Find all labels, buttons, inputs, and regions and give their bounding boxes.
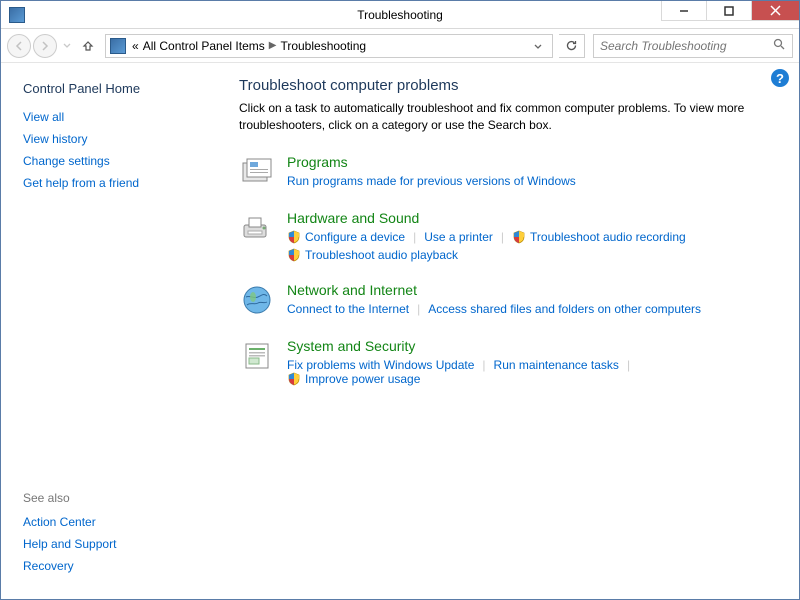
task-separator: | [501, 230, 504, 244]
breadcrumb-parent[interactable]: All Control Panel Items [143, 39, 265, 53]
task-label: Connect to the Internet [287, 302, 409, 316]
sidebar-link-change-settings[interactable]: Change settings [23, 154, 211, 168]
category-system-and-security: System and Security Fix problems with Win… [239, 338, 771, 386]
sidebar: Control Panel Home View all View history C… [1, 63, 221, 599]
content-area: Control Panel Home View all View history C… [1, 63, 799, 599]
search-icon[interactable] [773, 38, 786, 54]
window-controls [661, 1, 799, 21]
task-list: Connect to the Internet | Access shared fi… [287, 302, 771, 316]
task-label: Use a printer [424, 230, 493, 244]
history-dropdown[interactable] [59, 34, 75, 58]
breadcrumb-chevron-icon[interactable]: ▶ [269, 40, 277, 51]
window-app-icon [9, 7, 25, 23]
category-programs: Programs Run programs made for previous v… [239, 154, 771, 190]
category-title[interactable]: Network and Internet [287, 282, 771, 298]
minimize-button[interactable] [661, 1, 706, 21]
task-list: Run programs made for previous versions … [287, 174, 771, 188]
task-label: Troubleshoot audio recording [530, 230, 686, 244]
up-button[interactable] [77, 35, 99, 57]
navigation-bar: « All Control Panel Items ▶ Troubleshoot… [1, 29, 799, 63]
sidebar-heading[interactable]: Control Panel Home [23, 81, 211, 96]
forward-button[interactable] [33, 34, 57, 58]
titlebar: Troubleshooting [1, 1, 799, 29]
task-link-troubleshoot-audio-recording[interactable]: Troubleshoot audio recording [512, 230, 686, 244]
see-also-section: See also Action Center Help and Support Re… [23, 491, 116, 581]
see-also-link-help-and-support[interactable]: Help and Support [23, 537, 116, 551]
maximize-button[interactable] [706, 1, 751, 21]
task-label: Improve power usage [305, 372, 420, 386]
uac-shield-icon [287, 230, 301, 244]
task-separator: | [413, 230, 416, 244]
address-bar[interactable]: « All Control Panel Items ▶ Troubleshoot… [105, 34, 553, 58]
task-link-fix-problems-with-windows-update[interactable]: Fix problems with Windows Update [287, 358, 474, 372]
task-list: Fix problems with Windows Update | Run mai… [287, 358, 771, 386]
task-label: Configure a device [305, 230, 405, 244]
task-separator: | [482, 358, 485, 372]
search-box[interactable] [593, 34, 793, 58]
task-link-run-programs-made-for-previous-versions-of-windows[interactable]: Run programs made for previous versions … [287, 174, 576, 188]
search-input[interactable] [600, 39, 773, 53]
sidebar-link-view-all[interactable]: View all [23, 110, 211, 124]
category-icon [239, 338, 275, 374]
category-title[interactable]: Programs [287, 154, 771, 170]
address-dropdown-icon[interactable] [528, 39, 548, 53]
main-panel: ? Troubleshoot computer problems Click o… [221, 63, 799, 599]
category-title[interactable]: Hardware and Sound [287, 210, 771, 226]
help-icon[interactable]: ? [771, 69, 789, 87]
refresh-button[interactable] [559, 34, 585, 58]
task-label: Run maintenance tasks [494, 358, 619, 372]
category-title[interactable]: System and Security [287, 338, 771, 354]
task-link-configure-a-device[interactable]: Configure a device [287, 230, 405, 244]
task-link-run-maintenance-tasks[interactable]: Run maintenance tasks [494, 358, 619, 372]
task-label: Troubleshoot audio playback [305, 248, 458, 262]
category-hardware-and-sound: Hardware and Sound Configure a device | Use… [239, 210, 771, 262]
back-button[interactable] [7, 34, 31, 58]
task-link-troubleshoot-audio-playback[interactable]: Troubleshoot audio playback [287, 248, 458, 262]
task-link-improve-power-usage[interactable]: Improve power usage [287, 372, 420, 386]
sidebar-link-view-history[interactable]: View history [23, 132, 211, 146]
task-link-access-shared-files-and-folders-on-other-computers[interactable]: Access shared files and folders on other… [428, 302, 701, 316]
uac-shield-icon [287, 248, 301, 262]
task-list: Configure a device | Use a printer | Trouble… [287, 230, 771, 262]
task-link-use-a-printer[interactable]: Use a printer [424, 230, 493, 244]
breadcrumb-current[interactable]: Troubleshooting [280, 39, 366, 53]
see-also-link-action-center[interactable]: Action Center [23, 515, 116, 529]
page-description: Click on a task to automatically trouble… [239, 100, 771, 134]
uac-shield-icon [287, 372, 301, 386]
task-label: Access shared files and folders on other… [428, 302, 701, 316]
close-button[interactable] [751, 1, 799, 21]
sidebar-link-get-help-from-a-friend[interactable]: Get help from a friend [23, 176, 211, 190]
category-icon [239, 282, 275, 318]
page-title: Troubleshoot computer problems [239, 77, 771, 94]
category-icon [239, 154, 275, 190]
task-separator: | [627, 358, 630, 372]
window-title: Troubleshooting [357, 8, 443, 22]
task-label: Fix problems with Windows Update [287, 358, 474, 372]
task-link-connect-to-the-internet[interactable]: Connect to the Internet [287, 302, 409, 316]
category-network-and-internet: Network and Internet Connect to the Inter… [239, 282, 771, 318]
category-icon [239, 210, 275, 246]
location-icon [110, 38, 126, 54]
task-separator: | [417, 302, 420, 316]
breadcrumb-prefix: « [132, 39, 139, 53]
see-also-label: See also [23, 491, 116, 505]
uac-shield-icon [512, 230, 526, 244]
see-also-link-recovery[interactable]: Recovery [23, 559, 116, 573]
task-label: Run programs made for previous versions … [287, 174, 576, 188]
